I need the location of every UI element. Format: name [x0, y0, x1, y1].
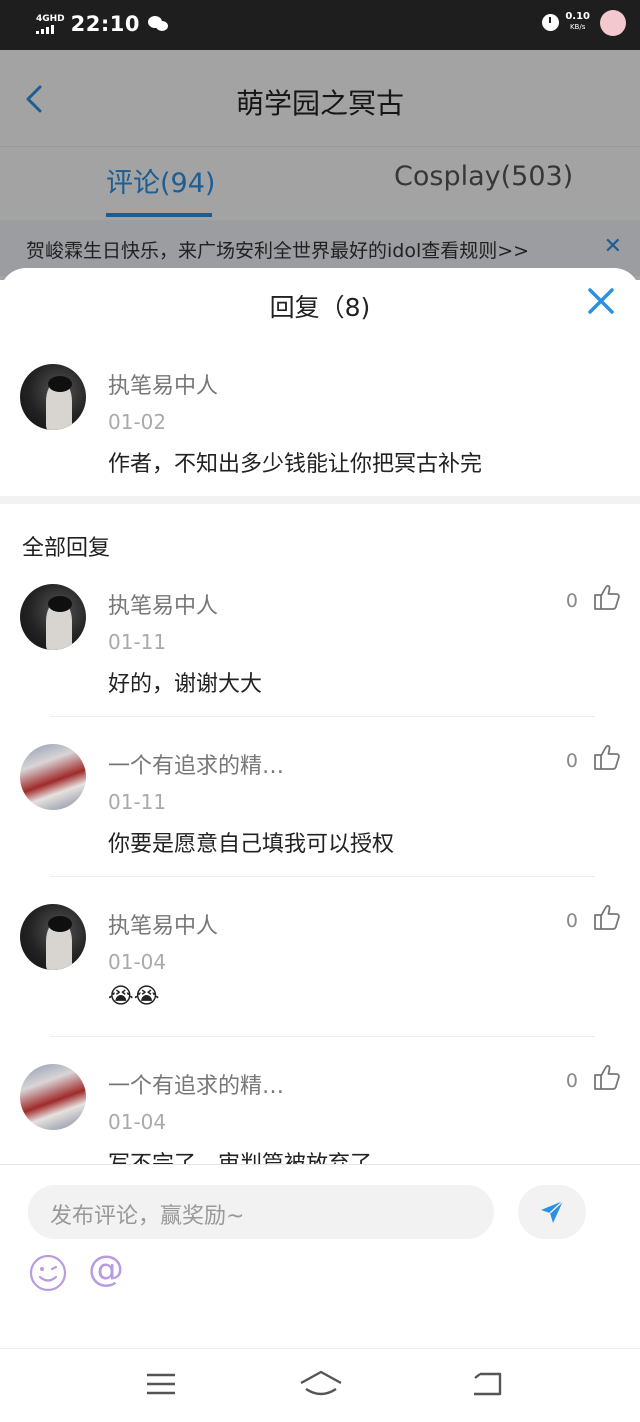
comment-text[interactable]: 作者，不知出多少钱能让你把冥古补完 [108, 446, 482, 478]
reply-item: 一个有追求的精… 01-11 你要是愿意自己填我可以授权 0 [0, 740, 640, 900]
network-label: 4GHD [36, 14, 65, 24]
reply-item: 执笔易中人 01-11 好的，谢谢大大 0 [0, 580, 640, 740]
send-button[interactable] [518, 1185, 586, 1239]
signal-icon [36, 24, 54, 34]
reply-date: 01-11 [108, 630, 167, 654]
status-bar: 4GHD 22:10 0.10 KB/s [0, 0, 640, 50]
system-nav-bar [0, 1348, 640, 1422]
reply-author[interactable]: 一个有追求的精… [108, 748, 284, 780]
wechat-icon [148, 16, 169, 32]
avatar[interactable] [20, 744, 86, 810]
divider [50, 1036, 595, 1037]
home-icon[interactable] [298, 1369, 344, 1399]
like-count: 0 [565, 910, 578, 932]
reply-text[interactable]: 好的，谢谢大大 [108, 666, 262, 698]
divider [50, 716, 595, 717]
network-indicator: 4GHD [36, 14, 65, 34]
reply-date: 01-04 [108, 1110, 167, 1134]
section-divider [0, 496, 640, 504]
reply-author[interactable]: 一个有追求的精… [108, 1068, 284, 1100]
reply-text[interactable]: 😭😭 [108, 984, 159, 1009]
status-right: 0.10 KB/s [542, 10, 626, 36]
avatar[interactable] [20, 364, 86, 430]
status-left: 4GHD 22:10 [36, 12, 169, 36]
back-icon[interactable] [470, 1369, 504, 1399]
thumbs-up-icon[interactable] [592, 582, 622, 612]
all-replies-heading: 全部回复 [22, 536, 111, 561]
divider [50, 876, 595, 877]
clock: 22:10 [70, 12, 141, 36]
mention-button[interactable]: @ [88, 1249, 124, 1290]
emoji-icon[interactable] [28, 1253, 68, 1293]
reply-date: 01-04 [108, 950, 167, 974]
thumbs-up-icon[interactable] [592, 902, 622, 932]
reply-item: 执笔易中人 01-04 😭😭 0 [0, 900, 640, 1060]
comment-placeholder[interactable]: 发布评论，赢奖励~ [50, 1198, 244, 1230]
network-speed: 0.10 KB/s [565, 12, 590, 32]
comment-author[interactable]: 执笔易中人 [108, 368, 218, 400]
main-comment: 执笔易中人 01-02 作者，不知出多少钱能让你把冥古补完 [0, 358, 640, 498]
reply-text[interactable]: 你要是愿意自己填我可以授权 [108, 826, 394, 858]
battery-icon [600, 10, 626, 36]
like-count: 0 [565, 1070, 578, 1092]
send-icon[interactable] [538, 1198, 566, 1226]
sheet-title: 回复（8) [269, 293, 371, 322]
speed-unit: KB/s [569, 23, 586, 31]
avatar[interactable] [20, 584, 86, 650]
comment-bar: 发布评论，赢奖励~ @ [0, 1164, 640, 1348]
close-icon[interactable] [586, 286, 616, 316]
thumbs-up-icon[interactable] [592, 742, 622, 772]
comment-date: 01-02 [108, 410, 167, 434]
reply-author[interactable]: 执笔易中人 [108, 908, 218, 940]
modal-overlay[interactable] [0, 50, 640, 280]
menu-icon[interactable] [144, 1369, 178, 1399]
avatar[interactable] [20, 1064, 86, 1130]
reply-author[interactable]: 执笔易中人 [108, 588, 218, 620]
speed-value: 0.10 [565, 11, 590, 22]
reply-date: 01-11 [108, 790, 167, 814]
thumbs-up-icon[interactable] [592, 1062, 622, 1092]
alarm-icon [542, 13, 560, 31]
comment-input[interactable]: 发布评论，赢奖励~ [28, 1185, 494, 1239]
like-count: 0 [565, 750, 578, 772]
like-count: 0 [565, 590, 578, 612]
avatar[interactable] [20, 904, 86, 970]
